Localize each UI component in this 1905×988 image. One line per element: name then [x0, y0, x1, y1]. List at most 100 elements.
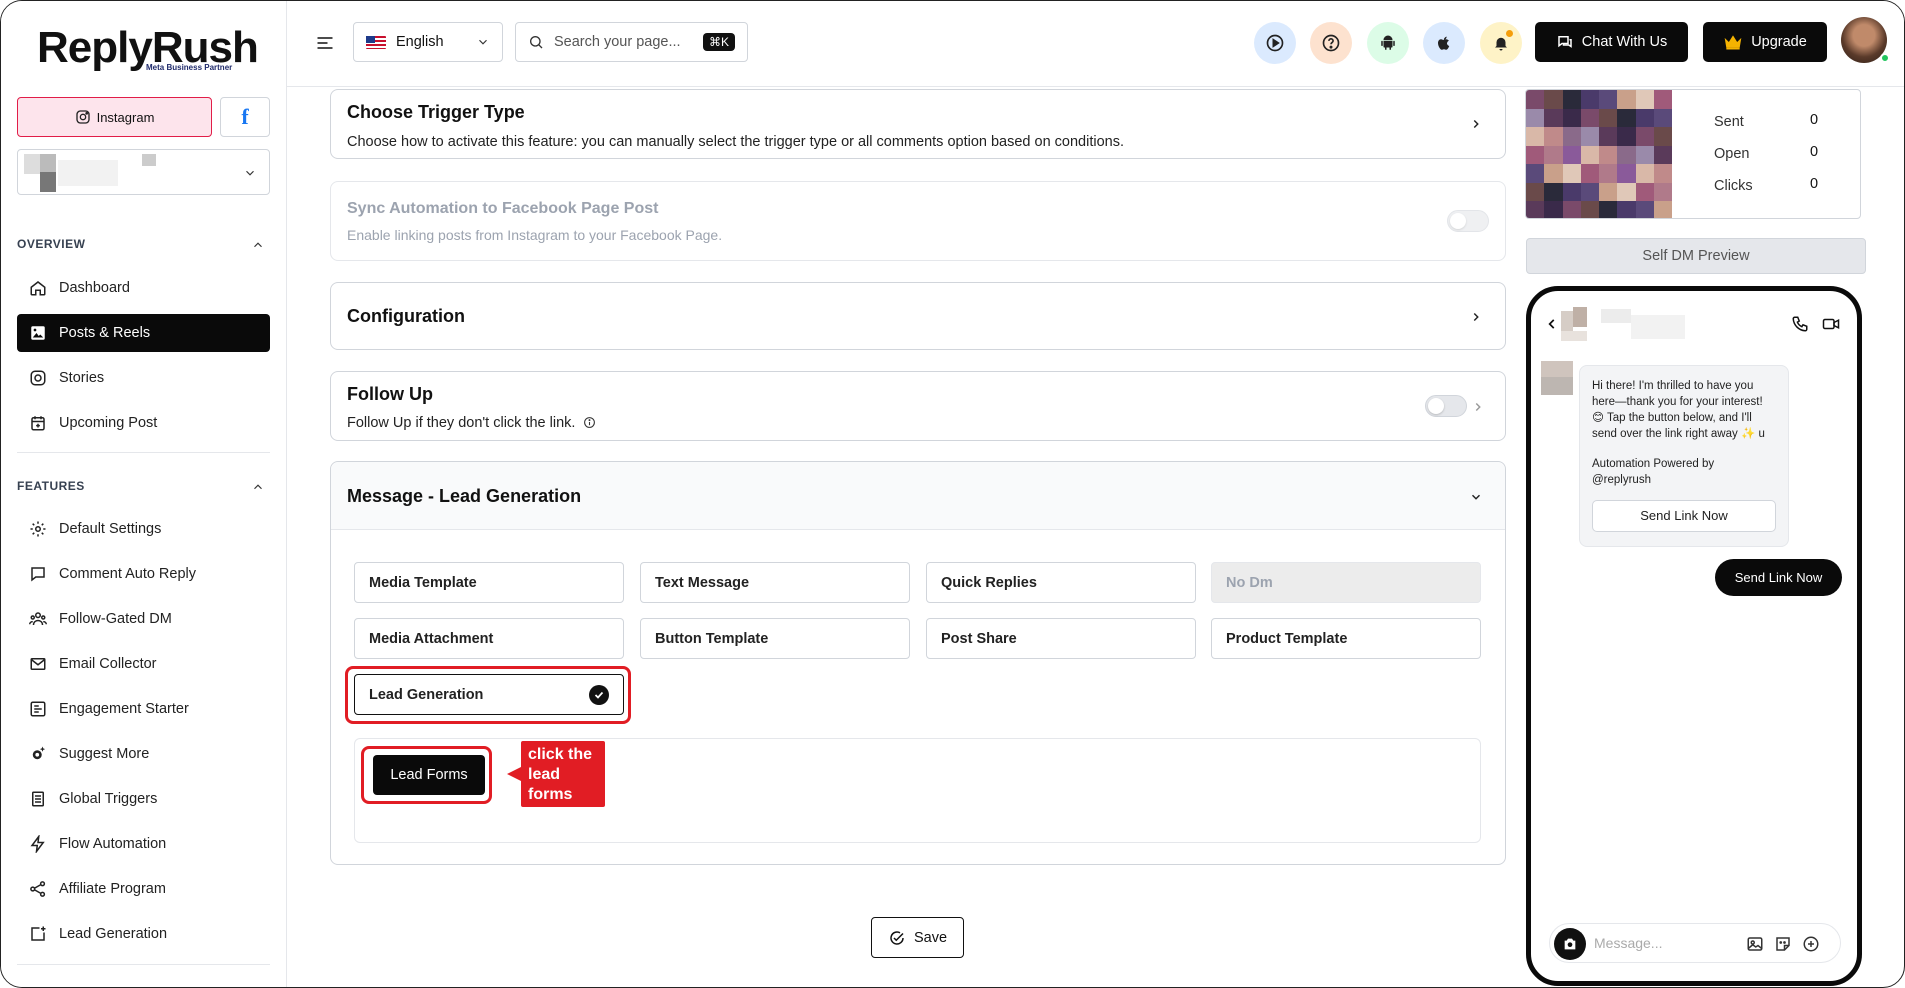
top-header: English Search your page... ⌘K Chat With… [287, 1, 1904, 87]
post-thumbnail [1526, 90, 1672, 218]
thumbnail-pixel [1544, 90, 1563, 109]
nav-posts-reels[interactable]: Posts & Reels [17, 314, 270, 352]
nav-engagement-starter[interactable]: Engagement Starter [17, 690, 270, 728]
stat-label-sent: Sent [1714, 114, 1744, 130]
help-button[interactable] [1310, 22, 1352, 64]
video-call-icon[interactable] [1821, 315, 1841, 333]
home-icon [30, 281, 46, 296]
info-icon[interactable] [583, 416, 596, 429]
nav-global-triggers[interactable]: Global Triggers [17, 780, 270, 818]
option-no-dm[interactable]: No Dm [1211, 562, 1481, 603]
stat-label-clicks: Clicks [1714, 178, 1753, 194]
thumbnail-pixel [1653, 108, 1672, 128]
thumbnail-pixel [1599, 164, 1618, 183]
nav-upcoming-post[interactable]: Upcoming Post [17, 404, 270, 442]
nav-follow-gated-dm[interactable]: Follow-Gated DM [17, 600, 270, 638]
card-title: Sync Automation to Facebook Page Post [347, 200, 659, 217]
card-header[interactable]: Message - Lead Generation [331, 462, 1505, 530]
nav-flow-automation[interactable]: Flow Automation [17, 825, 270, 863]
camera-icon[interactable] [1554, 928, 1586, 960]
nav-comment-auto-reply[interactable]: Comment Auto Reply [17, 555, 270, 593]
back-arrow-icon[interactable] [1545, 317, 1559, 331]
add-circle-icon[interactable] [1802, 935, 1820, 953]
save-check-icon [890, 930, 904, 945]
configuration-card[interactable]: Configuration [330, 282, 1506, 350]
thumbnail-pixel [1580, 145, 1599, 165]
option-quick-replies[interactable]: Quick Replies [926, 562, 1196, 603]
lead-forms-button[interactable]: Lead Forms [373, 755, 485, 795]
thumbnail-pixel [1653, 182, 1672, 202]
message-input[interactable]: Message... [1549, 923, 1841, 963]
sticker-icon[interactable] [1774, 935, 1792, 953]
profile-pixel [1561, 331, 1587, 341]
crown-icon [1724, 35, 1742, 50]
nav-affiliate-program[interactable]: Affiliate Program [17, 870, 270, 908]
card-title: Message - Lead Generation [347, 486, 582, 506]
thumbnail-pixel [1653, 127, 1672, 146]
chat-with-us-button[interactable]: Chat With Us [1535, 22, 1688, 62]
android-icon [1381, 35, 1395, 50]
nav-suggest-more[interactable]: Suggest More [17, 735, 270, 773]
facebook-button[interactable]: f [220, 97, 270, 137]
chevron-up-icon[interactable] [251, 238, 265, 252]
thumbnail-pixel [1653, 164, 1672, 183]
nav-default-settings[interactable]: Default Settings [17, 510, 270, 548]
search-input[interactable]: Search your page... ⌘K [515, 22, 748, 62]
send-link-now-button[interactable]: Send Link Now [1592, 500, 1776, 532]
comment-icon [31, 567, 45, 582]
option-text-message[interactable]: Text Message [640, 562, 910, 603]
thumbnail-pixel [1635, 90, 1654, 109]
nav-email-collector[interactable]: Email Collector [17, 645, 270, 683]
thumbnail-pixel [1635, 127, 1654, 146]
thumbnail-pixel [1526, 90, 1545, 109]
chevron-up-icon[interactable] [251, 480, 265, 494]
thumbnail-pixel [1635, 164, 1654, 183]
gallery-icon[interactable] [1746, 935, 1764, 953]
follow-up-card[interactable]: Follow Up Follow Up if they don't click … [330, 371, 1506, 441]
nav-label: Global Triggers [59, 791, 158, 807]
gear-icon [30, 521, 46, 537]
help-icon [1322, 34, 1340, 52]
option-post-share[interactable]: Post Share [926, 618, 1196, 659]
language-select[interactable]: English [353, 22, 503, 62]
phone-call-icon[interactable] [1791, 315, 1809, 333]
account-avatar-pixel [24, 154, 40, 174]
upgrade-button[interactable]: Upgrade [1703, 22, 1827, 62]
sync-toggle[interactable] [1447, 210, 1489, 232]
nav-stories[interactable]: Stories [17, 359, 270, 397]
notifications-button[interactable] [1480, 22, 1522, 64]
thumbnail-pixel [1599, 201, 1618, 218]
thumbnail-pixel [1580, 127, 1599, 146]
card-title: Follow Up [347, 384, 433, 404]
thumbnail-pixel [1599, 182, 1618, 202]
users-icon [29, 612, 47, 626]
option-button-template[interactable]: Button Template [640, 618, 910, 659]
edit-icon [30, 701, 46, 717]
self-dm-preview-button[interactable]: Self DM Preview [1526, 238, 1866, 274]
instagram-label: Instagram [96, 109, 155, 125]
account-selector[interactable] [17, 149, 270, 195]
ios-app-button[interactable] [1423, 22, 1465, 64]
option-label: Lead Generation [369, 686, 484, 703]
nav-dashboard[interactable]: Dashboard [17, 269, 270, 307]
option-lead-generation[interactable]: Lead Generation [354, 674, 624, 715]
thumbnail-pixel [1653, 90, 1672, 109]
trigger-type-card[interactable]: Choose Trigger Type Choose how to activa… [330, 89, 1506, 159]
option-media-template[interactable]: Media Template [354, 562, 624, 603]
user-reply-message: Send Link Now [1715, 559, 1842, 596]
thumbnail-pixel [1562, 182, 1581, 202]
thumbnail-pixel [1599, 145, 1618, 165]
option-product-template[interactable]: Product Template [1211, 618, 1481, 659]
instagram-button[interactable]: Instagram [17, 97, 212, 137]
android-app-button[interactable] [1367, 22, 1409, 64]
option-media-attachment[interactable]: Media Attachment [354, 618, 624, 659]
follow-up-toggle[interactable] [1425, 395, 1467, 417]
nav-label: Upcoming Post [59, 415, 158, 431]
divider [17, 964, 270, 965]
video-tutorial-button[interactable] [1254, 22, 1296, 64]
save-button[interactable]: Save [871, 917, 964, 958]
online-status-dot [1880, 53, 1890, 63]
hamburger-menu-icon[interactable] [315, 33, 335, 53]
thumbnail-pixel [1617, 164, 1636, 183]
nav-lead-generation[interactable]: Lead Generation [17, 915, 270, 953]
